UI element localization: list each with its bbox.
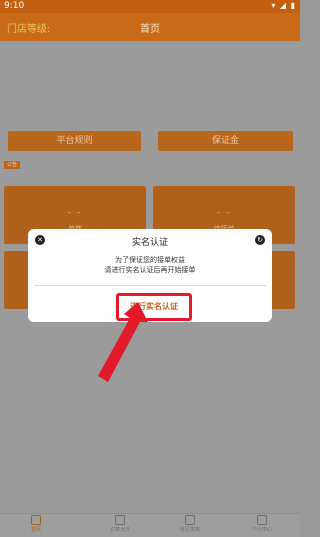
signal-icon: ◢ [279, 1, 288, 10]
nav-label: 社区发布 [179, 527, 200, 533]
dialog-divider [34, 285, 266, 286]
annotation-arrow-icon [98, 302, 148, 382]
status-bar: 9:10 ▾ ◢ ▮ [0, 0, 300, 13]
nav-home[interactable]: 首页 [6, 515, 66, 533]
home-icon [31, 515, 41, 525]
nav-label: 订单大厅 [109, 527, 130, 533]
battery-icon: ▮ [290, 1, 296, 10]
page-title: 首页 [140, 24, 160, 35]
chat-icon [185, 515, 195, 525]
refresh-icon[interactable]: ↻ [255, 235, 265, 245]
section-tag: 公告 [4, 161, 20, 169]
deposit-button[interactable]: 保证金 [158, 131, 293, 151]
wifi-icon: ▾ [271, 1, 277, 10]
bottom-nav: 首页 订单大厅 社区发布 个人中心 [0, 513, 300, 537]
nav-community[interactable]: 社区发布 [160, 515, 220, 533]
dialog-message-line1: 为了保证您的接单权益 [115, 256, 185, 264]
verification-dialog: ✕ 实名认证 ↻ 为了保证您的接单权益 请进行实名认证后再开始接单 进行实名认证 [28, 229, 272, 322]
stat-value: - - [216, 208, 232, 217]
stat-value: - - [67, 208, 83, 217]
nav-order-hall[interactable]: 订单大厅 [90, 515, 150, 533]
app-header: 门店等级: 首页 [0, 13, 300, 41]
nav-profile[interactable]: 个人中心 [232, 515, 292, 533]
nav-label: 个人中心 [251, 527, 272, 533]
status-time: 9:10 [4, 1, 25, 11]
dialog-message-line2: 请进行实名认证后再开始接单 [104, 266, 196, 274]
nav-label: 首页 [30, 527, 41, 533]
clipboard-icon [115, 515, 125, 525]
platform-rules-button[interactable]: 平台规则 [8, 131, 141, 151]
person-icon [257, 515, 267, 525]
status-icons: ▾ ◢ ▮ [271, 1, 296, 10]
dialog-title: 实名认证 [131, 238, 168, 248]
